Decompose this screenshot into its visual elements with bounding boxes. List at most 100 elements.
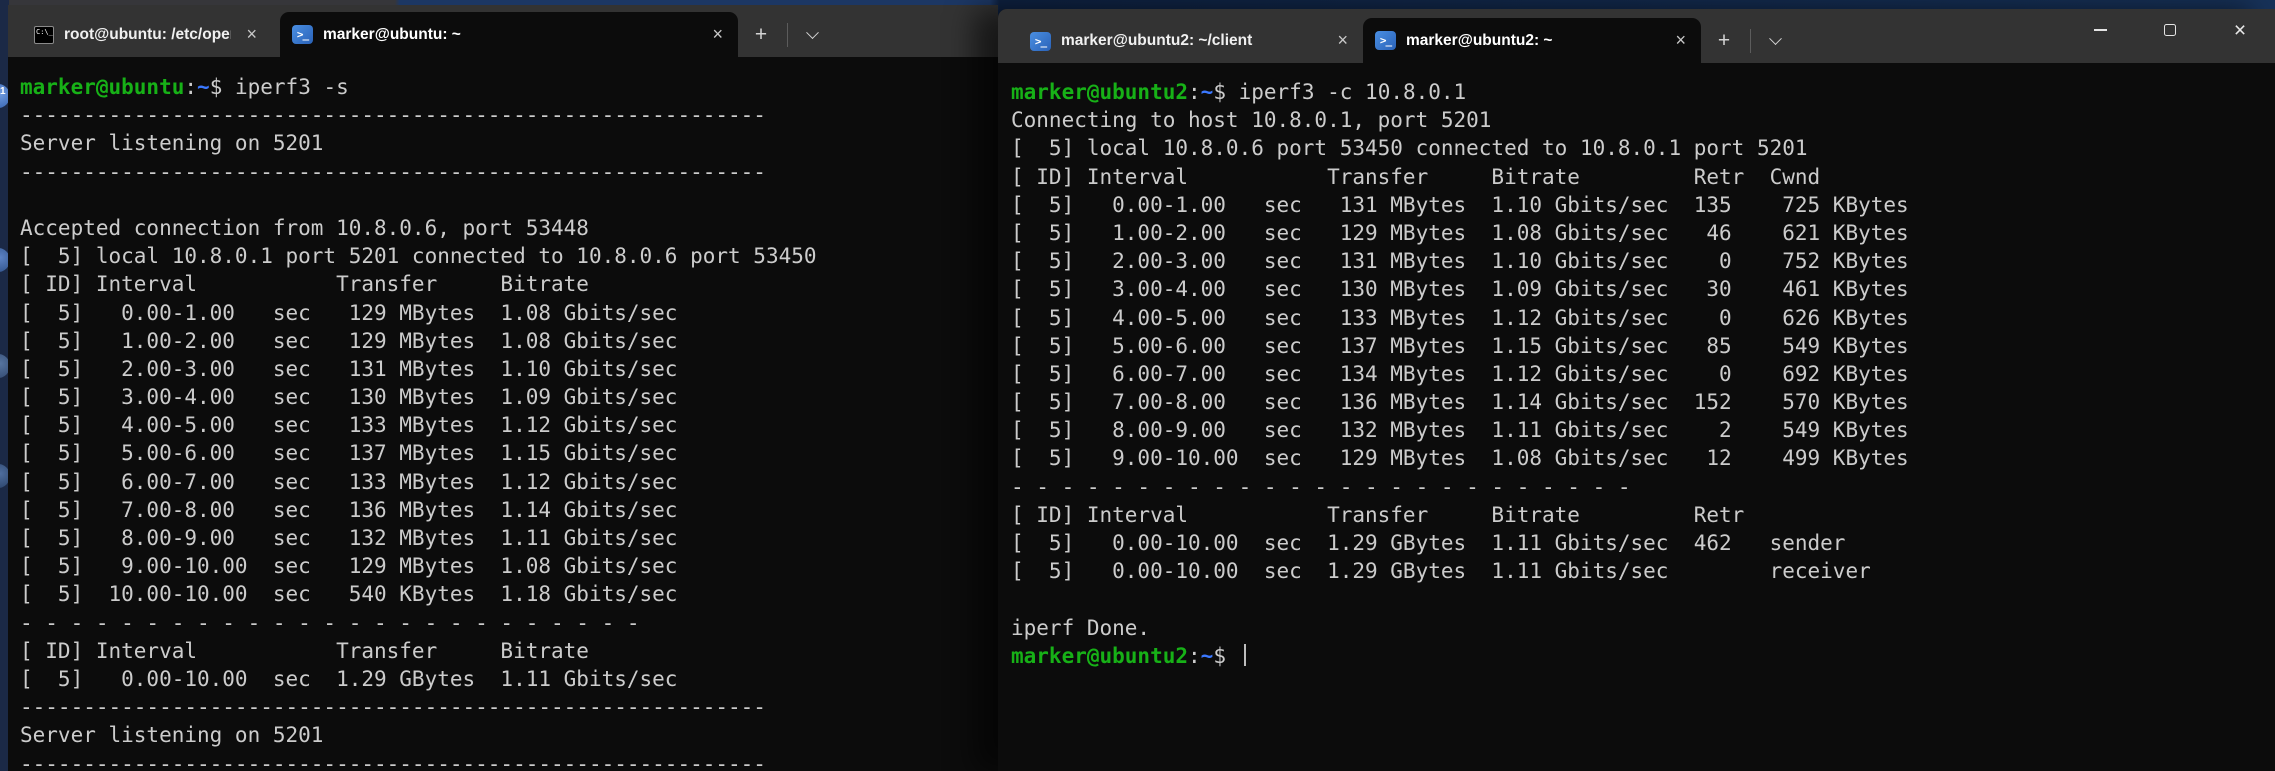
terminal-text: marker@ubuntu	[20, 75, 184, 99]
separator	[1750, 29, 1751, 53]
chevron-down-icon	[1769, 32, 1782, 45]
terminal-text: [ 5] local 10.8.0.6 port 53450 connected…	[1011, 136, 1808, 160]
terminal-line: [ 5] 3.00-4.00 sec 130 MBytes 1.09 Gbits…	[20, 383, 998, 411]
maximize-button[interactable]	[2135, 9, 2205, 51]
terminal-text: ----------------------------------------…	[20, 695, 766, 719]
new-tab-button[interactable]: +	[1705, 22, 1743, 60]
terminal-line: [ 5] 4.00-5.00 sec 133 MBytes 1.12 Gbits…	[1011, 304, 2275, 332]
terminal-text: [ 5] 8.00-9.00 sec 132 MBytes 1.11 Gbits…	[1011, 418, 1909, 442]
powershell-icon: >_	[292, 25, 313, 44]
terminal-line: [ 5] 3.00-4.00 sec 130 MBytes 1.09 Gbits…	[1011, 275, 2275, 303]
new-tab-button[interactable]: +	[742, 16, 780, 54]
terminal-line: - - - - - - - - - - - - - - - - - - - - …	[20, 609, 998, 637]
terminal-text: ~	[197, 75, 210, 99]
terminal-text: [ 5] 6.00-7.00 sec 134 MBytes 1.12 Gbits…	[1011, 362, 1909, 386]
terminal-text: Connecting to host 10.8.0.1, port 5201	[1011, 108, 1491, 132]
terminal-text: [ 5] 4.00-5.00 sec 133 MBytes 1.12 Gbits…	[1011, 306, 1909, 330]
terminal-text: Server listening on 5201	[20, 723, 323, 747]
terminal-text: [ 5] 5.00-6.00 sec 137 MBytes 1.15 Gbits…	[1011, 334, 1909, 358]
tab-marker-ubuntu2[interactable]: >_ marker@ubuntu2: ~ ×	[1363, 18, 1701, 63]
terminal-line: Server listening on 5201	[20, 721, 998, 749]
terminal-line: [ 5] 2.00-3.00 sec 131 MBytes 1.10 Gbits…	[1011, 247, 2275, 275]
tab-dropdown-button[interactable]	[1758, 22, 1792, 60]
terminal-line: [ 5] 6.00-7.00 sec 134 MBytes 1.12 Gbits…	[1011, 360, 2275, 388]
desktop: 1 C:\_ root@ubuntu: /etc/openvpn × >_ ma…	[0, 0, 2275, 771]
terminal-text: $ iperf3 -c 10.8.0.1	[1213, 80, 1466, 104]
terminal-line: iperf Done.	[1011, 614, 2275, 642]
close-tab-icon[interactable]: ×	[1668, 30, 1693, 52]
powershell-icon: >_	[1375, 31, 1396, 50]
terminal-line: Server listening on 5201	[20, 129, 998, 157]
terminal-text: [ 5] 9.00-10.00 sec 129 MBytes 1.08 Gbit…	[20, 554, 677, 578]
terminal-line: [ 5] local 10.8.0.1 port 5201 connected …	[20, 242, 998, 270]
terminal-line: [ 5] 9.00-10.00 sec 129 MBytes 1.08 Gbit…	[1011, 444, 2275, 472]
terminal-text: marker@ubuntu2	[1011, 80, 1188, 104]
terminal-text: [ 5] 0.00-1.00 sec 131 MBytes 1.10 Gbits…	[1011, 193, 1909, 217]
tab-bar: C:\_ root@ubuntu: /etc/openvpn × >_ mark…	[8, 5, 998, 57]
terminal-line: [ 5] 0.00-1.00 sec 131 MBytes 1.10 Gbits…	[1011, 191, 2275, 219]
powershell-icon: >_	[1030, 32, 1051, 51]
terminal-line: [ 5] 4.00-5.00 sec 133 MBytes 1.12 Gbits…	[20, 411, 998, 439]
chevron-down-icon	[806, 26, 819, 39]
terminal-text: $	[1213, 644, 1238, 668]
terminal-line: [ 5] 9.00-10.00 sec 129 MBytes 1.08 Gbit…	[20, 552, 998, 580]
minimize-icon	[2094, 29, 2107, 31]
terminal-text: [ 5] 0.00-1.00 sec 129 MBytes 1.08 Gbits…	[20, 301, 677, 325]
terminal-content-server[interactable]: marker@ubuntu:~$ iperf3 -s--------------…	[8, 57, 998, 771]
notification-badge: 1	[0, 86, 6, 97]
terminal-text: [ ID] Interval Transfer Bitrate	[20, 272, 589, 296]
terminal-line: [ 5] 5.00-6.00 sec 137 MBytes 1.15 Gbits…	[20, 439, 998, 467]
close-tab-icon[interactable]: ×	[705, 24, 730, 46]
terminal-line: ----------------------------------------…	[20, 101, 998, 129]
terminal-line: ----------------------------------------…	[20, 158, 998, 186]
terminal-text: iperf Done.	[1011, 616, 1150, 640]
terminal-line: [ 5] 5.00-6.00 sec 137 MBytes 1.15 Gbits…	[1011, 332, 2275, 360]
terminal-text: - - - - - - - - - - - - - - - - - - - - …	[20, 611, 640, 635]
terminal-text: [ 5] 0.00-10.00 sec 1.29 GBytes 1.11 Gbi…	[1011, 531, 1845, 555]
terminal-text: [ ID] Interval Transfer Bitrate	[20, 639, 589, 663]
terminal-content-client[interactable]: marker@ubuntu2:~$ iperf3 -c 10.8.0.1Conn…	[998, 63, 2275, 670]
terminal-text: [ 5] 10.00-10.00 sec 540 KBytes 1.18 Gbi…	[20, 582, 677, 606]
terminal-text: [ 5] 2.00-3.00 sec 131 MBytes 1.10 Gbits…	[1011, 249, 1909, 273]
terminal-line: [ 5] local 10.8.0.6 port 53450 connected…	[1011, 134, 2275, 162]
terminal-text: Server listening on 5201	[20, 131, 323, 155]
terminal-text: $ iperf3 -s	[210, 75, 349, 99]
terminal-line: [ 5] 8.00-9.00 sec 132 MBytes 1.11 Gbits…	[20, 524, 998, 552]
terminal-text: :	[184, 75, 197, 99]
terminal-line: [ 5] 1.00-2.00 sec 129 MBytes 1.08 Gbits…	[20, 327, 998, 355]
terminal-text: [ 5] 7.00-8.00 sec 136 MBytes 1.14 Gbits…	[1011, 390, 1909, 414]
terminal-text: [ ID] Interval Transfer Bitrate Retr Cwn…	[1011, 165, 1820, 189]
terminal-line: marker@ubuntu2:~$ iperf3 -c 10.8.0.1	[1011, 78, 2275, 106]
tab-marker-ubuntu2-client[interactable]: >_ marker@ubuntu2: ~/client ×	[1018, 19, 1363, 63]
tab-bar: >_ marker@ubuntu2: ~/client × >_ marker@…	[998, 9, 2275, 63]
tab-title: marker@ubuntu2: ~/client	[1061, 32, 1322, 50]
terminal-line: ----------------------------------------…	[20, 750, 998, 771]
terminal-line: [ ID] Interval Transfer Bitrate	[20, 270, 998, 298]
terminal-text: ~	[1201, 80, 1214, 104]
maximize-icon	[2164, 24, 2176, 36]
terminal-line: Accepted connection from 10.8.0.6, port …	[20, 214, 998, 242]
terminal-line	[1011, 585, 2275, 613]
window-controls: ×	[2065, 9, 2275, 51]
close-tab-icon[interactable]: ×	[239, 24, 264, 46]
terminal-line: [ 5] 7.00-8.00 sec 136 MBytes 1.14 Gbits…	[1011, 388, 2275, 416]
tab-actions: +	[742, 13, 829, 57]
terminal-text: [ 5] 4.00-5.00 sec 133 MBytes 1.12 Gbits…	[20, 413, 677, 437]
close-icon: ×	[2234, 20, 2246, 41]
terminal-window-server: C:\_ root@ubuntu: /etc/openvpn × >_ mark…	[8, 5, 998, 771]
tab-marker-ubuntu[interactable]: >_ marker@ubuntu: ~ ×	[280, 12, 738, 57]
terminal-text: ----------------------------------------…	[20, 752, 766, 771]
terminal-line: [ 5] 0.00-1.00 sec 129 MBytes 1.08 Gbits…	[20, 299, 998, 327]
tab-dropdown-button[interactable]	[795, 16, 829, 54]
minimize-button[interactable]	[2065, 9, 2135, 51]
terminal-line: [ 5] 8.00-9.00 sec 132 MBytes 1.11 Gbits…	[1011, 416, 2275, 444]
terminal-text: ----------------------------------------…	[20, 160, 766, 184]
terminal-line: [ ID] Interval Transfer Bitrate Retr	[1011, 501, 2275, 529]
close-tab-icon[interactable]: ×	[1330, 30, 1355, 52]
close-window-button[interactable]: ×	[2205, 9, 2275, 51]
terminal-line: ----------------------------------------…	[20, 693, 998, 721]
terminal-line: [ 5] 2.00-3.00 sec 131 MBytes 1.10 Gbits…	[20, 355, 998, 383]
terminal-text: [ ID] Interval Transfer Bitrate Retr	[1011, 503, 1744, 527]
tab-root-ubuntu-openvpn[interactable]: C:\_ root@ubuntu: /etc/openvpn ×	[22, 13, 272, 57]
terminal-text: [ 5] 8.00-9.00 sec 132 MBytes 1.11 Gbits…	[20, 526, 677, 550]
